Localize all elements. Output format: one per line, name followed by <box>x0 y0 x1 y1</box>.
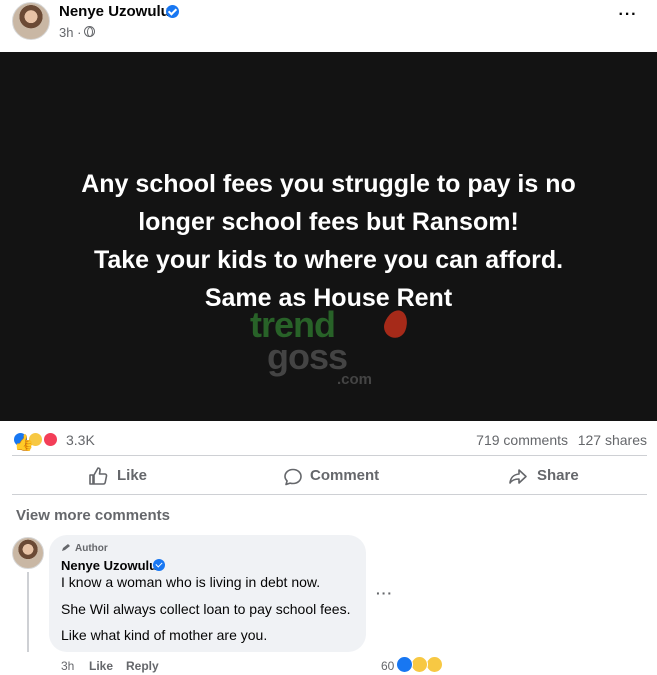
haha-reaction-icon[interactable] <box>411 656 428 673</box>
shares-count[interactable]: 127 shares <box>578 432 647 448</box>
comments-count[interactable]: 719 comments <box>476 432 568 448</box>
pen-icon <box>62 544 70 551</box>
comment-label: Comment <box>310 467 380 484</box>
verified-badge-icon <box>166 5 179 18</box>
like-button[interactable]: Like <box>60 459 200 491</box>
post-image-text: Any school fees you struggle to pay is n… <box>0 165 657 317</box>
like-reaction-icon[interactable] <box>396 656 413 673</box>
watermark-logo: trend goss .com <box>245 304 412 398</box>
comment-bubble: Author Nenye Uzowulu I know a woman who … <box>49 535 366 652</box>
image-text-line: Take your kids to where you can afford. <box>93 246 564 274</box>
comment-text-line: She Wil always collect loan to pay schoo… <box>61 601 351 617</box>
commenter-name[interactable]: Nenye Uzowulu <box>61 558 157 573</box>
watermark-line-3: .com <box>337 371 373 388</box>
watermark-line-2: goss <box>267 336 348 377</box>
author-badge: Author <box>75 543 108 554</box>
wow-reaction-icon[interactable] <box>426 656 443 673</box>
share-label: Share <box>537 467 579 484</box>
verified-badge-icon <box>153 559 165 571</box>
comment-like-button[interactable]: Like <box>89 659 113 673</box>
comment-thread-line <box>27 572 29 652</box>
post-image[interactable]: Any school fees you struggle to pay is n… <box>0 52 657 421</box>
reaction-count[interactable]: 3.3K <box>66 432 95 448</box>
share-button[interactable]: Share <box>490 459 610 491</box>
comment-timestamp[interactable]: 3h <box>61 659 74 673</box>
comment-text-line: Like what kind of mother are you. <box>61 627 268 643</box>
comment-bubble-icon <box>284 468 302 486</box>
comment-reaction-count[interactable]: 60 <box>381 659 394 673</box>
post-timestamp[interactable]: 3h · <box>59 25 81 40</box>
comment-reply-button[interactable]: Reply <box>126 659 159 673</box>
more-options-icon[interactable]: ··· <box>616 7 640 26</box>
view-more-comments-link[interactable]: View more comments <box>16 507 170 524</box>
divider <box>12 455 647 456</box>
thumbs-up-icon <box>89 467 108 485</box>
comment-more-options-icon[interactable]: ··· <box>376 585 393 601</box>
image-text-line: Any school fees you struggle to pay is n… <box>81 170 576 198</box>
commenter-avatar[interactable] <box>12 537 44 569</box>
comment-button[interactable]: Comment <box>260 459 400 491</box>
love-reaction-icon[interactable] <box>42 431 59 448</box>
comment-text-line: I know a woman who is living in debt now… <box>61 574 321 590</box>
author-avatar[interactable] <box>12 2 50 40</box>
globe-icon <box>84 26 95 37</box>
image-text-line: longer school fees but Ransom! <box>138 208 519 236</box>
divider <box>12 494 647 495</box>
share-arrow-icon <box>509 469 527 484</box>
reactions-bar: 3.3K 719 comments 127 shares <box>0 425 657 453</box>
author-name[interactable]: Nenye Uzowulu <box>59 3 170 20</box>
like-reaction-icon[interactable] <box>12 431 29 448</box>
like-label: Like <box>117 467 148 484</box>
post-header: Nenye Uzowulu 3h · ··· <box>0 0 657 52</box>
